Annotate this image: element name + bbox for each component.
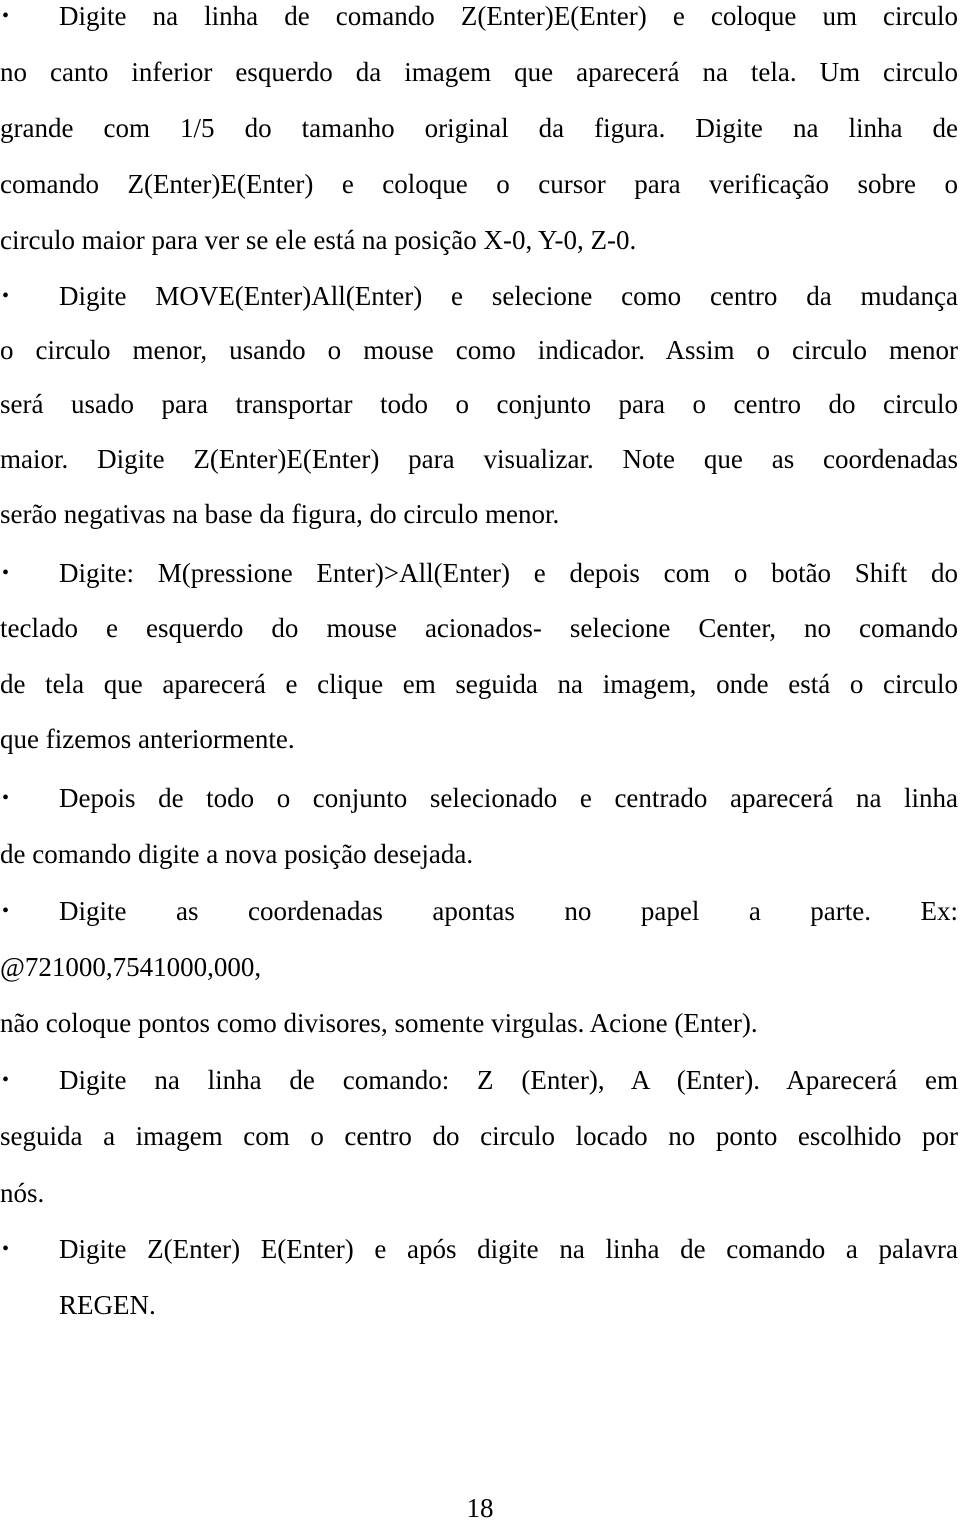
bullet-icon: • (2, 5, 10, 27)
paragraph-line: de tela que aparecerá e clique em seguid… (0, 669, 958, 699)
bullet-icon: • (2, 1238, 10, 1260)
paragraph-line: Digite Z(Enter) E(Enter) e após digite n… (59, 1234, 958, 1264)
page-number: 18 (466, 1493, 494, 1523)
paragraph-line: circulo maior para ver se ele está na po… (0, 225, 637, 255)
paragraph-line: não coloque pontos como divisores, somen… (0, 1008, 758, 1038)
paragraph-line: grande com 1/5 do tamanho original da fi… (0, 113, 958, 143)
paragraph-line: serão negativas na base da figura, do ci… (0, 499, 560, 529)
paragraph-line: de comando digite a nova posição desejad… (0, 839, 474, 869)
paragraph-line: no canto inferior esquerdo da imagem que… (0, 57, 958, 87)
bullet-icon: • (2, 900, 10, 922)
bullet-icon: • (2, 285, 10, 307)
paragraph-line: o circulo menor, usando o mouse como ind… (0, 335, 958, 365)
paragraph-line: maior. Digite Z(Enter)E(Enter) para visu… (0, 444, 958, 474)
paragraph-line: nós. (0, 1178, 45, 1208)
paragraph-line: seguida a imagem com o centro do circulo… (0, 1121, 958, 1151)
bullet-icon: • (2, 1069, 10, 1091)
paragraph-line: será usado para transportar todo o conju… (0, 389, 958, 419)
paragraph-line: teclado e esquerdo do mouse acionados- s… (0, 613, 958, 643)
paragraph-line: Digite na linha de comando Z(Enter)E(Ent… (59, 1, 958, 31)
paragraph-line: @721000,7541000,000, (0, 952, 262, 982)
paragraph-line: comando Z(Enter)E(Enter) e coloque o cur… (0, 169, 958, 199)
paragraph-line: REGEN. (59, 1290, 156, 1320)
paragraph-line: Digite as coordenadas apontas no papel a… (59, 896, 958, 926)
paragraph-line: Digite na linha de comando: Z (Enter), A… (59, 1065, 958, 1095)
paragraph-line: que fizemos anteriormente. (0, 724, 295, 754)
bullet-icon: • (2, 562, 10, 584)
paragraph-line: Depois de todo o conjunto selecionado e … (59, 783, 958, 813)
paragraph-line: Digite MOVE(Enter)All(Enter) e selecione… (59, 281, 958, 311)
bullet-icon: • (2, 787, 10, 809)
paragraph-line: Digite: M(pressione Enter)>All(Enter) e … (59, 558, 958, 588)
